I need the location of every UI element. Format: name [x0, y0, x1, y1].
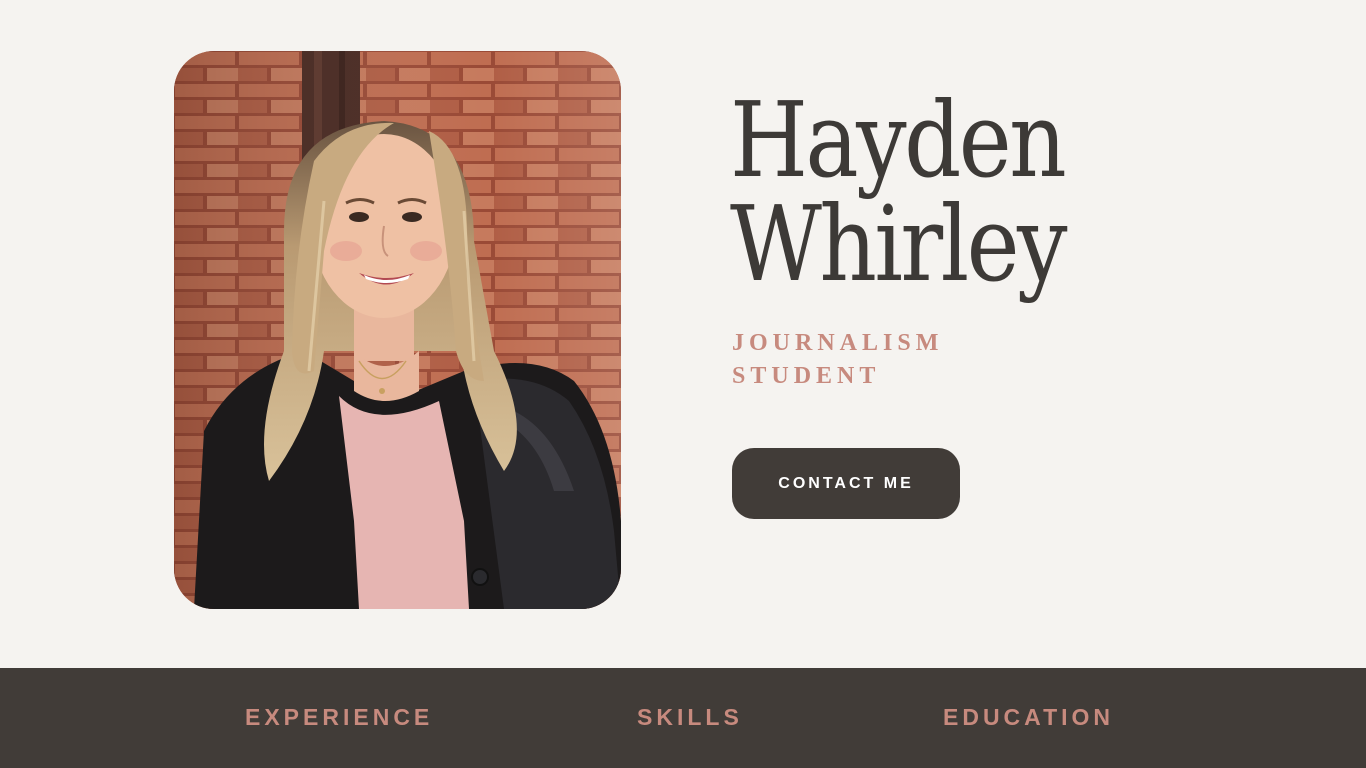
contact-me-button[interactable]: CONTACT ME [732, 448, 960, 519]
last-name: Whirley [730, 183, 1067, 305]
page: Hayden Whirley JOURNALISM STUDENT CONTAC… [0, 0, 1366, 768]
name-heading: Hayden Whirley [730, 88, 1230, 296]
role-line-2: STUDENT [732, 363, 881, 389]
nav-education-link[interactable]: EDUCATION [943, 704, 1114, 731]
nav-skills-link[interactable]: SKILLS [637, 704, 743, 731]
role-line-1: JOURNALISM [732, 330, 944, 356]
bottom-nav: EXPERIENCE SKILLS EDUCATION [0, 668, 1366, 768]
role-subtitle: JOURNALISM STUDENT [732, 327, 943, 393]
profile-photo [174, 51, 621, 609]
nav-experience-link[interactable]: EXPERIENCE [245, 704, 433, 731]
first-name: Hayden [730, 79, 1067, 201]
